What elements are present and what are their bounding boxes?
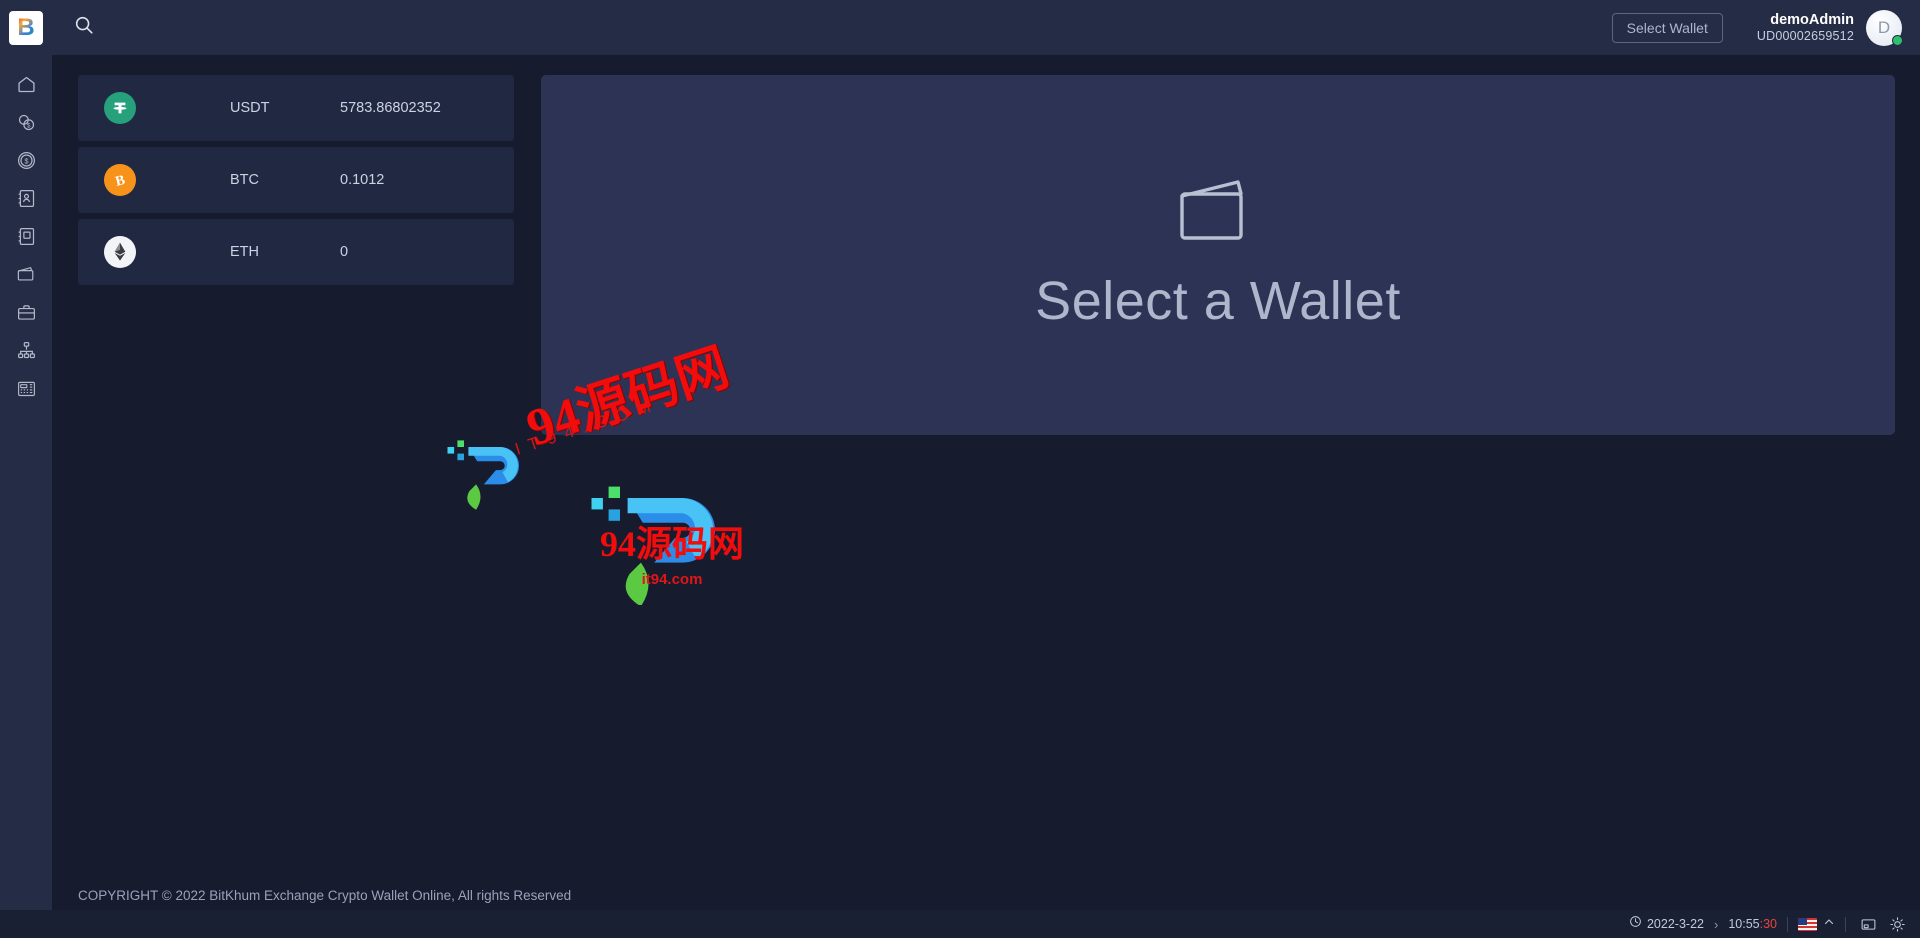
- taskbar-date: 2022-3-22: [1646, 917, 1704, 931]
- coin-symbol: USDT: [230, 100, 270, 116]
- list-item[interactable]: USDT 5783.86802352: [78, 75, 514, 141]
- briefcase-icon: [16, 302, 37, 323]
- dollar-circle-icon: $: [16, 150, 37, 171]
- coin-amount: 0.1012: [340, 172, 385, 188]
- wallet-folder-icon: [15, 263, 37, 285]
- sidebar-item-network[interactable]: [0, 331, 52, 369]
- wallet-icon: [1176, 179, 1260, 248]
- eth-icon: [104, 236, 136, 268]
- coins-icon: $: [16, 112, 37, 133]
- taskbar: 2022-3-22 › 10:55 :30: [0, 910, 1920, 938]
- taskbar-divider: [1845, 916, 1846, 932]
- left-sidebar: $ $: [0, 55, 52, 938]
- taskbar-seconds: :30: [1759, 917, 1777, 931]
- watermark-logo: [447, 440, 715, 605]
- watermark-bottom-text: 94源码网: [599, 524, 744, 564]
- home-icon: [16, 74, 37, 95]
- usdt-icon: [104, 92, 136, 124]
- chevron-up-icon[interactable]: [1823, 915, 1835, 933]
- taskbar-time: 10:55: [1728, 917, 1760, 931]
- watermark-bottom-url: it94.com: [641, 571, 703, 588]
- taskbar-clock[interactable]: 2022-3-22 › 10:55 :30: [1629, 915, 1777, 933]
- btc-icon: B: [104, 164, 136, 196]
- taskbar-language[interactable]: [1798, 915, 1835, 933]
- display-icon[interactable]: [1860, 916, 1877, 933]
- contact-book-icon: [16, 188, 37, 209]
- coin-amount: 0: [340, 244, 349, 260]
- sidebar-item-ledger[interactable]: [0, 217, 52, 255]
- app-window: B Select Wallet demoAdmin UD00002659512 …: [0, 0, 1920, 938]
- app-logo[interactable]: B: [9, 10, 43, 45]
- select-wallet-button[interactable]: Select Wallet: [1611, 12, 1723, 43]
- coin-symbol: ETH: [230, 244, 259, 260]
- coin-symbol: BTC: [230, 172, 259, 188]
- sidebar-item-currency[interactable]: $: [0, 141, 52, 179]
- footer: COPYRIGHT © 2022 BitKhum Exchange Crypto…: [52, 880, 1920, 910]
- taskbar-divider: [1787, 916, 1788, 932]
- sitemap-icon: [16, 340, 37, 361]
- coin-amount: 5783.86802352: [340, 100, 441, 116]
- user-id: UD00002659512: [1756, 28, 1854, 43]
- sidebar-item-home[interactable]: [0, 65, 52, 103]
- sidebar-item-coins[interactable]: $: [0, 103, 52, 141]
- notebook-icon: [16, 226, 37, 247]
- clock-icon: [1629, 915, 1642, 933]
- sidebar-item-portfolio[interactable]: [0, 293, 52, 331]
- list-item[interactable]: B BTC 0.1012: [78, 147, 514, 213]
- status-badge: [1892, 34, 1903, 46]
- brightness-icon[interactable]: [1889, 916, 1906, 933]
- svg-text:$: $: [24, 156, 29, 165]
- wallet-empty-title: Select a Wallet: [1035, 270, 1401, 331]
- coin-balance-list: USDT 5783.86802352 B BTC 0.1012 ETH 0: [78, 75, 514, 291]
- search-button[interactable]: [65, 9, 103, 47]
- copyright-text: COPYRIGHT © 2022 BitKhum Exchange Crypto…: [78, 887, 572, 903]
- calculator-icon: [16, 378, 37, 399]
- sidebar-item-address-book[interactable]: [0, 179, 52, 217]
- avatar[interactable]: D: [1866, 9, 1903, 46]
- us-flag-icon: [1798, 917, 1817, 931]
- list-item[interactable]: ETH 0: [78, 219, 514, 285]
- search-icon: [73, 14, 95, 41]
- user-name: demoAdmin: [1770, 11, 1854, 28]
- sidebar-item-wallets[interactable]: [0, 255, 52, 293]
- user-menu[interactable]: demoAdmin UD00002659512 D: [1757, 9, 1903, 46]
- sidebar-item-reports[interactable]: [0, 369, 52, 407]
- watermark-bottom: 94源码网 it94.com: [562, 515, 782, 588]
- wallet-empty-panel: Select a Wallet: [541, 75, 1895, 435]
- user-info: demoAdmin UD00002659512: [1757, 11, 1854, 45]
- top-header: B Select Wallet demoAdmin UD00002659512 …: [0, 0, 1920, 55]
- svg-text:$: $: [26, 122, 30, 129]
- content-area: USDT 5783.86802352 B BTC 0.1012 ETH 0 Se…: [52, 55, 1920, 938]
- logo-letter: B: [17, 13, 35, 41]
- svg-text:B: B: [114, 172, 128, 190]
- taskbar-separator: ›: [1713, 916, 1719, 932]
